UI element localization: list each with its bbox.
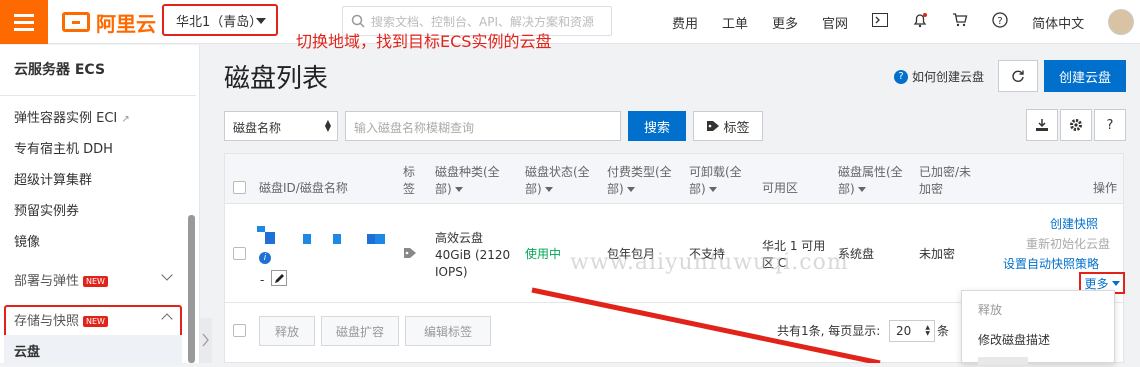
annotation-arrow-icon (531, 287, 881, 363)
